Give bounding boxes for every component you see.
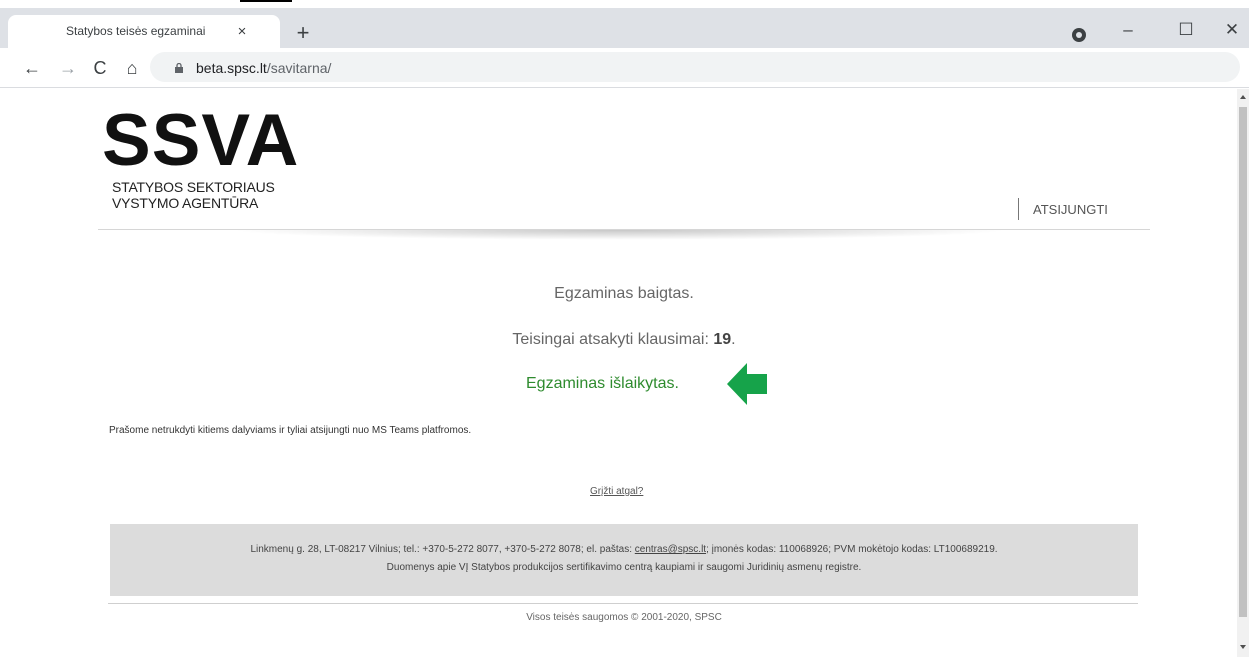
scroll-down-arrow-icon[interactable]	[1240, 645, 1246, 649]
green-arrow-left-icon	[727, 363, 767, 405]
home-icon[interactable]: ⌂	[120, 56, 144, 80]
reload-icon[interactable]: C	[88, 56, 112, 80]
header-shadow	[230, 230, 1010, 240]
correct-answers-count: 19	[713, 331, 732, 348]
notice-text: Prašome netrukdyti kitiems dalyviams ir …	[109, 425, 472, 436]
exam-passed-message: Egzaminas išlaikytas.	[526, 375, 679, 392]
browser-tab-bar: Statybos teisės egzaminai × + – ☐ ✕	[0, 8, 1249, 48]
logo-subtitle-line2: VYSTYMO AGENTŪRA	[112, 195, 259, 211]
url-path: /savitarna/	[266, 60, 332, 76]
lock-icon	[175, 63, 183, 73]
logo-subtitle-line1: STATYBOS SEKTORIAUS	[112, 179, 275, 195]
correct-answers-message: Teisingai atsakyti klausimai: 19.	[98, 331, 1150, 349]
footer-company-codes: ; įmonės kodas: 110068926; PVM mokėtojo …	[706, 544, 998, 555]
window-maximize-button[interactable]: ☐	[1166, 18, 1206, 42]
footer-contact-line: Linkmenų g. 28, LT-08217 Vilnius; tel.: …	[110, 544, 1138, 555]
cropped-top-strip	[0, 0, 1249, 8]
profile-icon[interactable]	[1072, 28, 1086, 42]
scrollbar-thumb[interactable]	[1239, 107, 1247, 617]
copyright-text: Visos teisės saugomos © 2001-2020, SPSC	[526, 612, 722, 623]
back-arrow-icon[interactable]: ←	[20, 56, 44, 80]
go-back-link[interactable]: Grįžti atgal?	[590, 486, 643, 497]
new-tab-button[interactable]: +	[290, 21, 316, 47]
forward-arrow-icon[interactable]: →	[56, 56, 80, 80]
footer-info-box: Linkmenų g. 28, LT-08217 Vilnius; tel.: …	[110, 524, 1138, 596]
tab-title: Statybos teisės egzaminai	[66, 24, 206, 38]
correct-answers-suffix: .	[731, 331, 736, 348]
scroll-up-arrow-icon[interactable]	[1240, 95, 1246, 99]
browser-toolbar: ← → C ⌂ beta.spsc.lt/savitarna/	[0, 48, 1249, 88]
footer-registry-line: Duomenys apie VĮ Statybos produkcijos se…	[386, 562, 862, 573]
logo: SSVA	[102, 100, 300, 181]
logout-link[interactable]: ATSIJUNGTI	[1033, 202, 1108, 217]
tab-close-icon[interactable]: ×	[230, 20, 254, 44]
exam-finished-message: Egzaminas baigtas.	[554, 285, 694, 302]
correct-answers-label: Teisingai atsakyti klausimai:	[512, 331, 714, 348]
window-minimize-button[interactable]: –	[1108, 18, 1148, 42]
footer-divider	[108, 603, 1138, 604]
logout-separator	[1018, 198, 1019, 220]
url-host: beta.spsc.lt	[196, 60, 267, 76]
footer-address: Linkmenų g. 28, LT-08217 Vilnius; tel.: …	[250, 544, 635, 555]
browser-tab[interactable]: Statybos teisės egzaminai ×	[8, 15, 280, 48]
url-text: beta.spsc.lt/savitarna/	[196, 60, 331, 76]
window-close-button[interactable]: ✕	[1212, 18, 1249, 42]
footer-email-link[interactable]: centras@spsc.lt	[635, 544, 706, 555]
page-scrollbar[interactable]	[1237, 89, 1249, 657]
cropped-underline	[240, 0, 292, 2]
